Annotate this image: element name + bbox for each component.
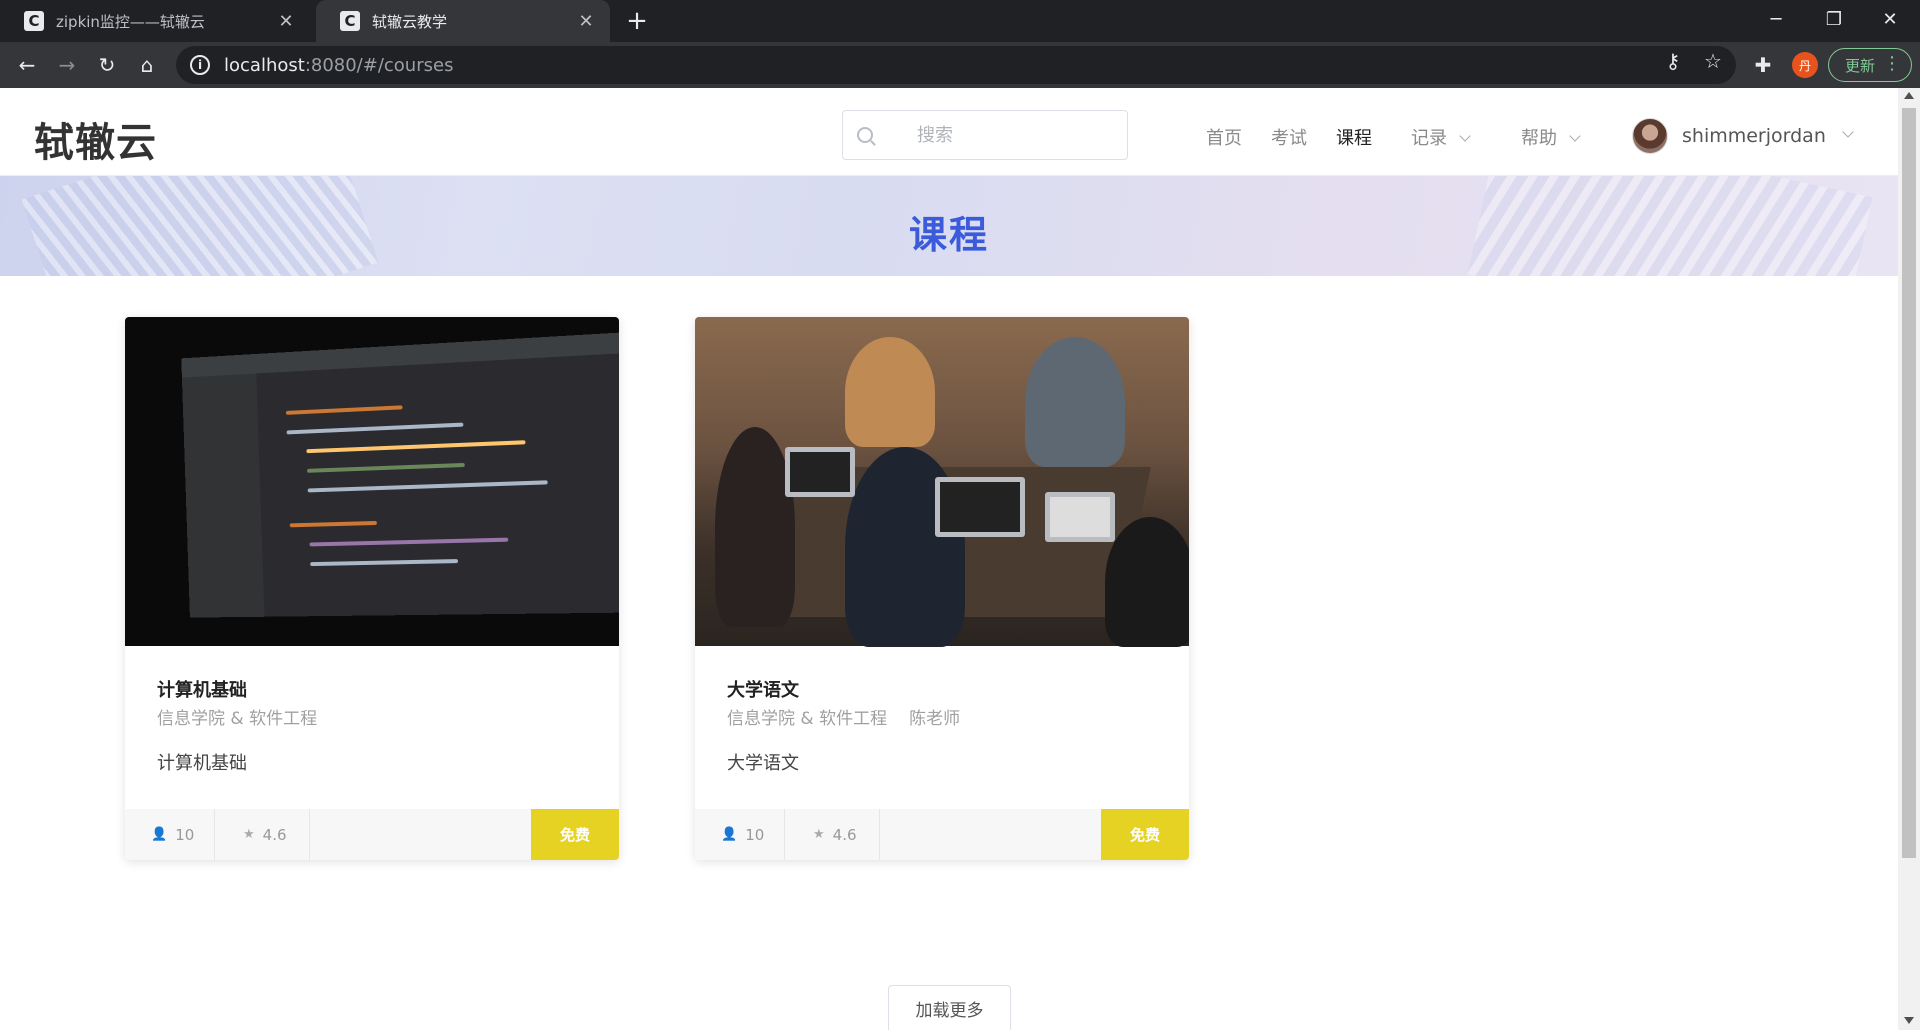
update-label: 更新 bbox=[1845, 56, 1876, 75]
course-department: 信息学院 & 软件工程 陈老师 bbox=[727, 704, 960, 729]
reload-icon[interactable]: ↻ bbox=[92, 50, 122, 80]
course-description: 计算机基础 bbox=[157, 753, 247, 774]
url-host: localhost bbox=[224, 54, 305, 76]
price-badge[interactable]: 免费 bbox=[531, 809, 619, 860]
browser-toolbar: ← → ↻ ⌂ i localhost:8080/#/courses ⚷ ☆ ✚… bbox=[0, 42, 1920, 88]
new-tab-icon[interactable]: + bbox=[622, 6, 652, 36]
course-footer: 👤 10 ★ 4.6 免费 bbox=[125, 809, 619, 860]
window-close-icon[interactable]: ✕ bbox=[1862, 0, 1918, 38]
info-icon[interactable]: i bbox=[190, 55, 210, 75]
department-label: 信息学院 & 软件工程 bbox=[157, 709, 318, 729]
key-icon[interactable]: ⚷ bbox=[1660, 48, 1686, 74]
nav-records-label: 记录 bbox=[1411, 128, 1447, 149]
url-path: :8080/#/courses bbox=[304, 54, 454, 76]
load-more-button[interactable]: 加载更多 bbox=[888, 985, 1011, 1030]
tab-title: 轼辙云教学 bbox=[372, 12, 448, 31]
restore-icon[interactable]: ❐ bbox=[1806, 0, 1862, 38]
price-badge[interactable]: 免费 bbox=[1101, 809, 1189, 860]
course-footer: 👤 10 ★ 4.6 免费 bbox=[695, 809, 1189, 860]
star-icon: ★ bbox=[813, 827, 825, 842]
update-button[interactable]: 更新 ⋮ bbox=[1828, 48, 1912, 82]
close-icon[interactable]: ✕ bbox=[276, 11, 296, 32]
rating-value: 4.6 bbox=[832, 825, 857, 844]
minimize-icon[interactable]: ─ bbox=[1748, 0, 1804, 38]
forward-icon[interactable]: → bbox=[52, 50, 82, 80]
chevron-down-icon bbox=[1569, 130, 1581, 142]
chevron-down-icon bbox=[1842, 126, 1854, 138]
course-card[interactable]: 计算机基础 信息学院 & 软件工程 计算机基础 👤 10 ★ 4.6 免费 bbox=[125, 317, 619, 860]
browser-tab-active[interactable]: C 轼辙云教学 ✕ bbox=[316, 0, 610, 42]
page-title: 课程 bbox=[908, 213, 989, 257]
course-thumbnail[interactable] bbox=[125, 317, 619, 646]
search-icon bbox=[857, 127, 873, 143]
course-name[interactable]: 大学语文 bbox=[727, 676, 799, 702]
nav-home[interactable]: 首页 bbox=[1206, 124, 1242, 150]
nav-courses[interactable]: 课程 bbox=[1336, 124, 1372, 150]
home-icon[interactable]: ⌂ bbox=[132, 50, 162, 80]
course-card[interactable]: 大学语文 信息学院 & 软件工程 陈老师 大学语文 👤 10 ★ 4.6 免费 bbox=[695, 317, 1189, 860]
course-rating: ★ 4.6 bbox=[215, 809, 310, 860]
bookmark-star-icon[interactable]: ☆ bbox=[1700, 48, 1726, 74]
code-editor-illustration bbox=[181, 330, 619, 618]
user-menu[interactable]: shimmerjordan bbox=[1632, 118, 1854, 154]
site-header: 轼辙云 首页 考试 课程 记录 帮助 shimmerjordan bbox=[0, 88, 1898, 176]
student-count: 👤 10 bbox=[695, 809, 785, 860]
tab-title: zipkin监控——轼辙云 bbox=[56, 12, 205, 31]
menu-dots-icon[interactable]: ⋮ bbox=[1883, 53, 1901, 74]
scroll-down-icon[interactable] bbox=[1904, 1017, 1914, 1024]
student-count-value: 10 bbox=[175, 825, 195, 844]
department-label: 信息学院 & 软件工程 bbox=[727, 709, 888, 729]
page-viewport: 轼辙云 首页 考试 课程 记录 帮助 shimmerjordan 课程 bbox=[0, 88, 1898, 1030]
nav-help[interactable]: 帮助 bbox=[1521, 124, 1581, 150]
avatar[interactable] bbox=[1632, 118, 1668, 154]
student-count-value: 10 bbox=[745, 825, 765, 844]
profile-avatar[interactable]: 丹 bbox=[1792, 52, 1818, 78]
course-name[interactable]: 计算机基础 bbox=[157, 676, 247, 702]
star-icon: ★ bbox=[243, 827, 255, 842]
address-bar[interactable]: i localhost:8080/#/courses bbox=[176, 46, 1736, 84]
back-icon[interactable]: ← bbox=[12, 50, 42, 80]
search-box[interactable] bbox=[842, 110, 1128, 160]
course-department: 信息学院 & 软件工程 bbox=[157, 704, 317, 729]
course-rating: ★ 4.6 bbox=[785, 809, 880, 860]
username: shimmerjordan bbox=[1682, 125, 1826, 147]
browser-tab-zipkin[interactable]: C zipkin监控——轼辙云 ✕ bbox=[0, 0, 310, 42]
close-icon[interactable]: ✕ bbox=[576, 11, 596, 32]
site-favicon-icon: C bbox=[340, 11, 360, 31]
user-icon: 👤 bbox=[721, 827, 738, 842]
site-logo[interactable]: 轼辙云 bbox=[34, 110, 157, 168]
rating-value: 4.6 bbox=[262, 825, 287, 844]
nav-help-label: 帮助 bbox=[1521, 128, 1557, 149]
search-input[interactable] bbox=[917, 124, 1097, 146]
course-teacher: 陈老师 bbox=[909, 709, 961, 729]
page-scrollbar[interactable] bbox=[1898, 88, 1920, 1030]
nav-exam[interactable]: 考试 bbox=[1271, 124, 1307, 150]
browser-tab-bar: C zipkin监控——轼辙云 ✕ C 轼辙云教学 ✕ + ─ ❐ ✕ bbox=[0, 0, 1920, 42]
user-icon: 👤 bbox=[151, 827, 168, 842]
site-favicon-icon: C bbox=[24, 11, 44, 31]
course-thumbnail[interactable] bbox=[695, 317, 1189, 647]
course-description: 大学语文 bbox=[727, 753, 799, 774]
student-count: 👤 10 bbox=[125, 809, 215, 860]
chevron-down-icon bbox=[1459, 130, 1471, 142]
nav-records[interactable]: 记录 bbox=[1411, 124, 1471, 150]
page-banner: 课程 bbox=[0, 176, 1898, 276]
extensions-puzzle-icon[interactable]: ✚ bbox=[1750, 52, 1776, 78]
scrollbar-thumb[interactable] bbox=[1902, 108, 1916, 858]
scroll-up-icon[interactable] bbox=[1904, 92, 1914, 99]
